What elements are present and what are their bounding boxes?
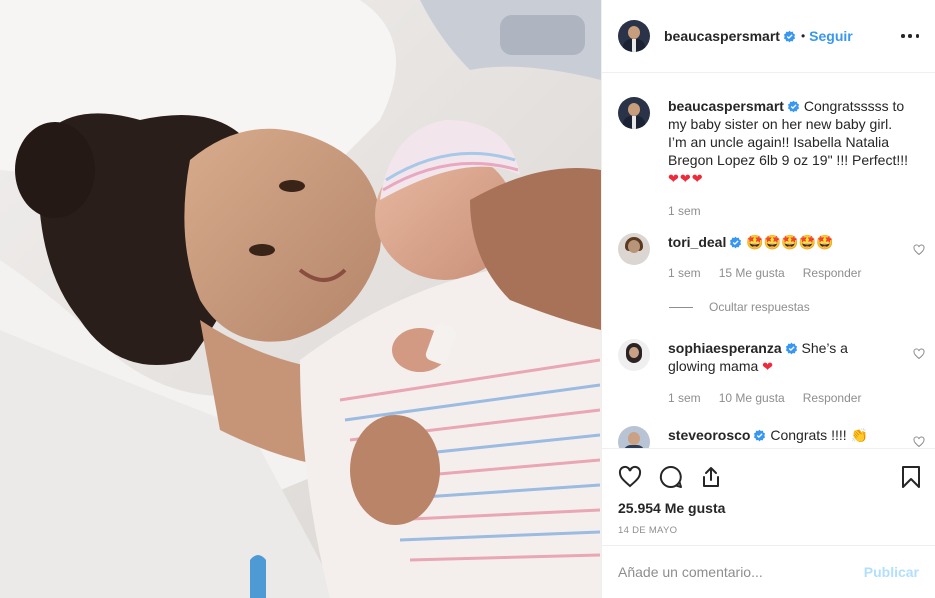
photo-illustration: [0, 0, 601, 598]
comment-like-heart-icon[interactable]: [913, 244, 925, 256]
add-comment-bar: Publicar: [602, 545, 935, 598]
comment-like-heart-icon[interactable]: [913, 436, 925, 448]
author-avatar-small[interactable]: [618, 97, 650, 129]
divider-line: [669, 306, 693, 308]
caption-hearts: ❤❤❤: [668, 171, 704, 186]
publish-button[interactable]: Publicar: [864, 564, 919, 580]
separator-dot: •: [800, 29, 806, 43]
verified-badge-icon: [785, 342, 797, 355]
verified-badge-icon: [754, 429, 766, 442]
comment-item: steveorosco Congrats !!!! 👏: [618, 426, 918, 448]
caption-username[interactable]: beaucaspersmart: [668, 98, 784, 114]
comment-item: sophiaesperanza She’s a glowing mama ❤ 1…: [618, 339, 918, 405]
commenter-avatar[interactable]: [618, 233, 650, 265]
share-icon[interactable]: [699, 465, 723, 489]
commenter-avatar[interactable]: [618, 426, 650, 448]
comments-list[interactable]: beaucaspersmart Congratsssss to my baby …: [602, 73, 935, 448]
instagram-post-modal: beaucaspersmart • Seguir beaucaspersmart…: [0, 0, 935, 598]
follow-button[interactable]: Seguir: [809, 28, 853, 44]
bookmark-icon[interactable]: [899, 465, 923, 489]
comment-item: tori_deal 🤩🤩🤩🤩🤩 1 sem 15 Me gusta Respon…: [618, 233, 918, 280]
comment-time[interactable]: 1 sem: [668, 266, 701, 280]
author-username[interactable]: beaucaspersmart: [664, 28, 780, 44]
like-count[interactable]: 25.954 Me gusta: [618, 500, 725, 516]
verified-badge-icon: [730, 236, 742, 249]
comment-likes[interactable]: 15 Me gusta: [719, 266, 785, 280]
comment-time[interactable]: 1 sem: [668, 391, 701, 405]
caption-time[interactable]: 1 sem: [668, 204, 701, 218]
comment-text: Congrats !!!! 👏: [770, 427, 868, 443]
action-icons: [602, 449, 935, 505]
verified-badge-icon: [783, 30, 795, 42]
hide-replies-label: Ocultar respuestas: [709, 300, 810, 314]
reply-button[interactable]: Responder: [803, 266, 862, 280]
comment-input[interactable]: [618, 564, 864, 580]
author-avatar[interactable]: [618, 20, 650, 52]
post-date[interactable]: 14 DE MAYO: [618, 525, 677, 536]
post-sidebar: beaucaspersmart • Seguir beaucaspersmart…: [601, 0, 935, 598]
comment-text: 🤩🤩🤩🤩🤩: [746, 234, 834, 250]
hide-replies-toggle[interactable]: Ocultar respuestas: [669, 300, 810, 314]
commenter-username[interactable]: tori_deal: [668, 234, 726, 250]
post-photo[interactable]: [0, 0, 601, 598]
more-options-icon[interactable]: [901, 28, 919, 44]
comment-like-heart-icon[interactable]: [913, 348, 925, 360]
comment-heart-emoji: ❤: [762, 359, 775, 374]
commenter-username[interactable]: sophiaesperanza: [668, 340, 782, 356]
post-actions: 25.954 Me gusta 14 DE MAYO Publicar: [602, 448, 935, 598]
verified-badge-icon: [787, 100, 799, 113]
commenter-username[interactable]: steveorosco: [668, 427, 750, 443]
comment-icon[interactable]: [659, 465, 683, 489]
caption: beaucaspersmart Congratsssss to my baby …: [618, 97, 918, 218]
reply-button[interactable]: Responder: [803, 391, 862, 405]
commenter-avatar[interactable]: [618, 339, 650, 371]
post-header: beaucaspersmart • Seguir: [602, 0, 935, 73]
heart-icon[interactable]: [618, 465, 642, 489]
comment-likes[interactable]: 10 Me gusta: [719, 391, 785, 405]
